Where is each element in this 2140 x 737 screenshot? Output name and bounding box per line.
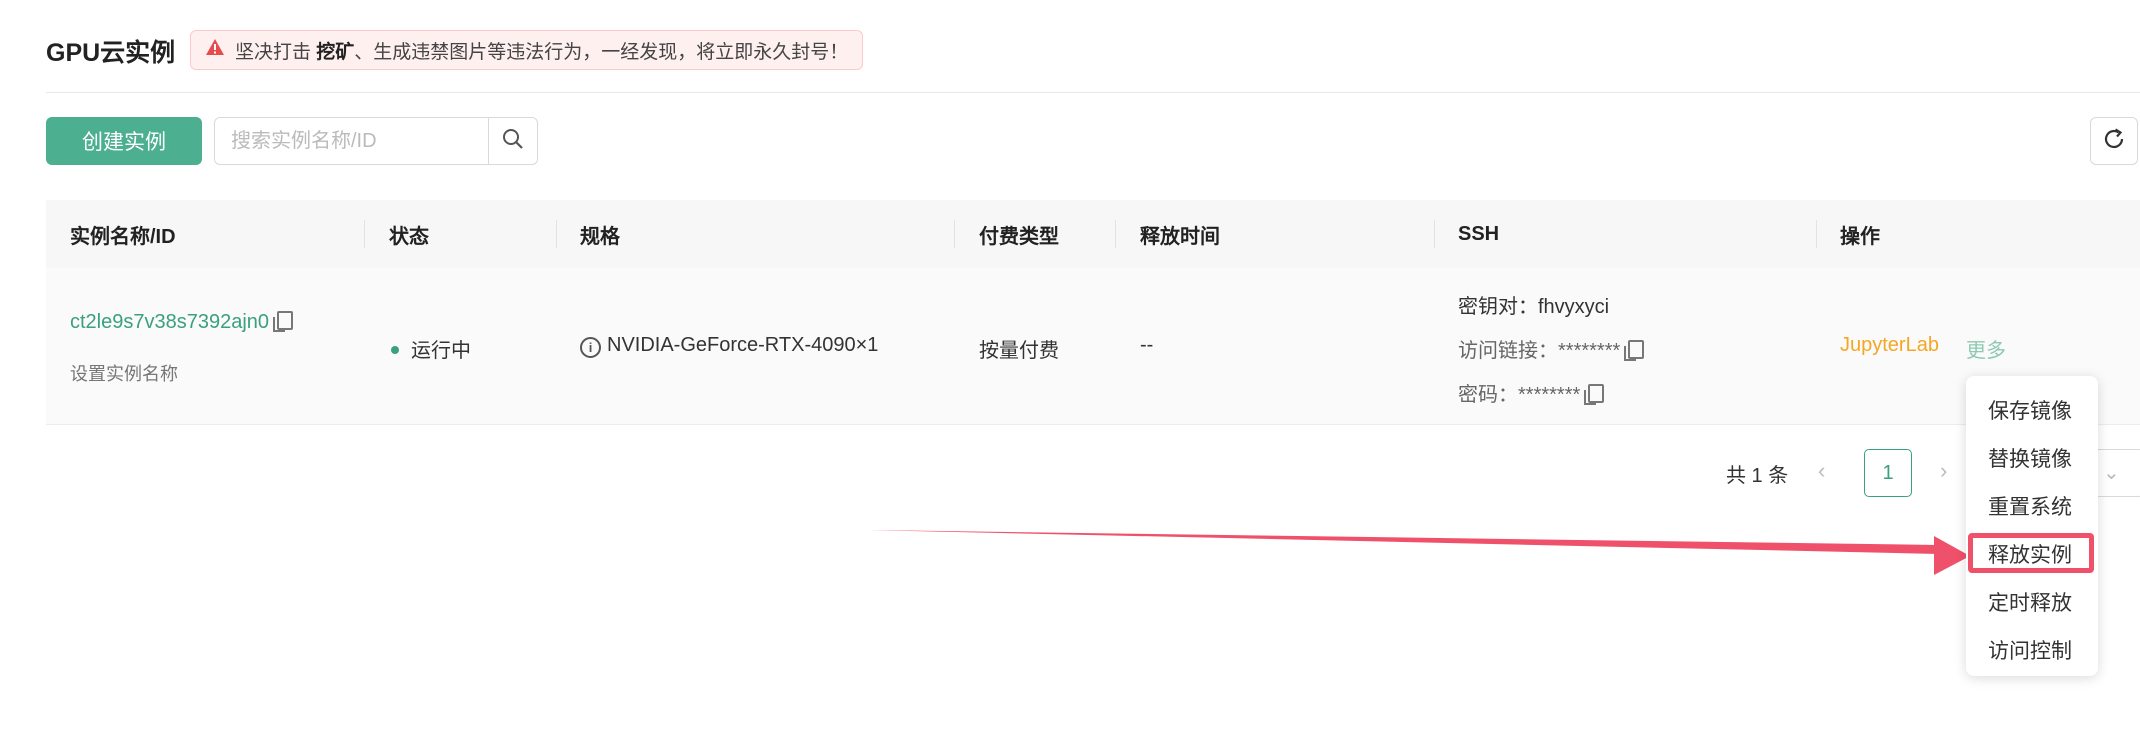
menu-item-scheduled-release[interactable]: 定时释放: [1988, 587, 2072, 617]
menu-item-save-image[interactable]: 保存镜像: [1988, 395, 2072, 425]
menu-item-reset-system[interactable]: 重置系统: [1988, 491, 2072, 521]
menu-item-access-control[interactable]: 访问控制: [1988, 635, 2072, 665]
gpu-instance-page: GPU云实例 坚决打击 挖矿、生成违禁图片等违法行为，一经发现，将立即永久封号！…: [0, 0, 2140, 737]
menu-item-replace-image[interactable]: 替换镜像: [1988, 443, 2072, 473]
more-actions-dropdown: 保存镜像 替换镜像 重置系统 释放实例 定时释放 访问控制: [1966, 376, 2098, 676]
highlight-box: [1968, 533, 2094, 573]
annotation-arrow-icon: [868, 530, 1970, 575]
